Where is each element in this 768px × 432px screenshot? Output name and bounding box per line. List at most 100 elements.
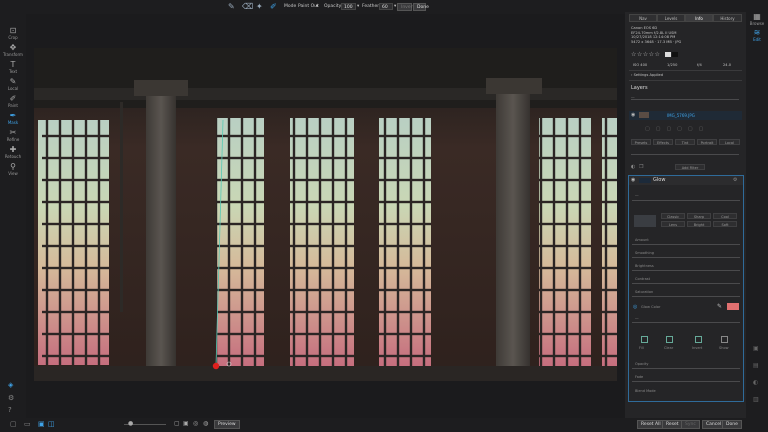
glow-color-swatch[interactable] — [727, 303, 739, 310]
invert-button[interactable]: Invert — [397, 3, 414, 11]
hand-icon[interactable]: ◍ — [203, 420, 208, 427]
rating-stars[interactable]: ☆☆☆☆☆ — [631, 51, 660, 58]
done-button[interactable]: Done — [722, 420, 742, 429]
mask-icon: ✒ — [9, 111, 17, 120]
panel-icon[interactable]: ▥ — [753, 396, 759, 403]
color-label-swatch[interactable] — [672, 52, 678, 57]
tool-view[interactable]: ⚲ View — [0, 162, 26, 176]
panel-toggle-icon[interactable]: ▢ — [10, 420, 17, 428]
single-view-icon[interactable]: ▣ — [38, 420, 45, 428]
magic-brush-icon[interactable]: ✦ — [256, 2, 263, 12]
panel-icon[interactable]: ▤ — [753, 362, 759, 369]
settings-applied[interactable]: › Settings Applied — [631, 73, 663, 78]
chevron-down-icon[interactable]: ▾ — [357, 3, 359, 11]
tool-text[interactable]: T Text — [0, 60, 26, 74]
tool-transform[interactable]: ✥ Transform — [0, 43, 26, 57]
eye-icon[interactable]: ◉ — [631, 112, 635, 118]
reset-button[interactable]: Reset — [662, 420, 683, 429]
zoom-icon[interactable]: ◎ — [193, 420, 198, 427]
mode-browse[interactable]: ▦ Browse — [746, 12, 768, 26]
photo-canvas[interactable] — [34, 48, 617, 381]
tool-label: View — [8, 171, 18, 176]
panel-icon[interactable]: ◐ — [753, 379, 758, 386]
amount-slider[interactable] — [632, 244, 740, 245]
clear-mask-icon[interactable] — [666, 336, 673, 343]
tool-retouch[interactable]: ✚ Retouch — [0, 145, 26, 159]
compare-view-icon[interactable]: ◫ — [48, 420, 55, 428]
glow-type-cool[interactable]: Cool — [713, 213, 737, 219]
smoothing-slider[interactable] — [632, 257, 740, 258]
local-button[interactable]: Local — [719, 139, 740, 145]
invert-mask-icon[interactable] — [695, 336, 702, 343]
duplicate-icon[interactable]: ❐ — [639, 164, 643, 170]
fill-mask-icon[interactable] — [641, 336, 648, 343]
tint-button[interactable]: Tint — [675, 139, 695, 145]
sync-button[interactable]: Sync — [681, 420, 700, 429]
show-mask-icon[interactable] — [721, 336, 728, 343]
fade-slider[interactable] — [632, 381, 740, 382]
filter-header[interactable]: ◉ Glow ⚙ — [629, 176, 743, 185]
tool-paint[interactable]: ✐ Paint — [0, 94, 26, 108]
color-label-swatch[interactable] — [665, 52, 671, 57]
glow-filter-panel: ◉ Glow ⚙ ― Classic Sharp Cool Lens Brigh… — [628, 175, 744, 402]
filmstrip-icon[interactable]: ▭ — [24, 420, 31, 428]
tab-nav[interactable]: Nav — [629, 14, 657, 22]
reset-all-button[interactable]: Reset All — [637, 420, 665, 429]
chevron-down-icon[interactable]: ▾ — [316, 3, 318, 11]
slider-label-contrast: Contrast — [635, 277, 650, 281]
gear-icon[interactable]: ⚙ — [733, 177, 737, 183]
layers-icon[interactable]: ◈ — [8, 381, 13, 389]
portrait-button[interactable]: Portrait — [697, 139, 717, 145]
panel-icon[interactable]: ▣ — [753, 345, 759, 352]
effects-button[interactable]: Effects — [653, 139, 673, 145]
glow-type-soft[interactable]: Soft — [713, 221, 737, 227]
mask-icon[interactable]: ◐ — [631, 164, 635, 170]
mask-show-label: Show — [719, 346, 729, 350]
eraser-icon[interactable]: ⌫ — [242, 2, 253, 12]
brush-icon[interactable]: ✎ — [228, 2, 235, 12]
refine-icon: ✂ — [9, 128, 17, 137]
presets-button[interactable]: Presets — [631, 139, 651, 145]
settings-icon[interactable]: ⚙ — [8, 394, 14, 402]
layer-row[interactable]: ◉ IMG_5769.JPG — [629, 111, 742, 120]
color-toggle-icon[interactable]: ◎ — [633, 304, 637, 310]
line-mask-icon[interactable]: ✐ — [270, 2, 277, 12]
local-brush-icon: ✎ — [9, 77, 17, 86]
preview-button[interactable]: Preview — [214, 420, 240, 429]
brightness-slider[interactable] — [632, 270, 740, 271]
toolbar-done-button[interactable]: Done — [413, 3, 429, 11]
saturation-slider[interactable] — [632, 296, 740, 297]
feather-label: Feather — [362, 4, 380, 9]
mode-edit[interactable]: ≋ Edit — [746, 28, 768, 42]
edit-icon: ≋ — [753, 28, 761, 37]
chevron-down-icon[interactable]: ▾ — [394, 3, 396, 11]
opacity-slider[interactable] — [632, 368, 740, 369]
help-icon[interactable]: ? — [8, 406, 12, 414]
zoom-handle-icon[interactable]: ● — [128, 420, 133, 427]
tab-history[interactable]: History — [713, 14, 742, 22]
glow-color-label: Glow Color — [641, 305, 661, 309]
fit-icon[interactable]: ▢ — [174, 420, 180, 427]
glow-type-classic[interactable]: Classic — [661, 213, 685, 219]
blend-mode-label[interactable]: Blend Mode — [635, 389, 656, 393]
filter-thumbnail — [639, 178, 651, 183]
retouch-icon: ✚ — [9, 145, 17, 154]
eye-icon[interactable]: ◉ — [631, 177, 635, 183]
layer-tools-icons[interactable]: ▢▢▢▢▢▢ — [645, 126, 709, 132]
glow-type-bright[interactable]: Bright — [687, 221, 711, 227]
eyedropper-icon[interactable]: ✎ — [717, 303, 722, 310]
tab-info[interactable]: Info — [685, 14, 713, 22]
tool-local[interactable]: ✎ Local — [0, 77, 26, 91]
glow-type-lens[interactable]: Lens — [661, 221, 685, 227]
glow-type-sharp[interactable]: Sharp — [687, 213, 711, 219]
add-filter-button[interactable]: Add Filter — [675, 164, 705, 170]
layer-thumbnail — [639, 112, 649, 118]
tab-levels[interactable]: Levels — [657, 14, 685, 22]
tool-mask[interactable]: ✒ Mask — [0, 111, 26, 125]
feather-field[interactable]: 60 — [379, 3, 393, 10]
contrast-slider[interactable] — [632, 283, 740, 284]
tool-refine[interactable]: ✂ Refine — [0, 128, 26, 142]
opacity-field[interactable]: 100 — [341, 3, 356, 10]
tool-crop[interactable]: ⊡ Crop — [0, 26, 26, 40]
actual-size-icon[interactable]: ▣ — [183, 420, 189, 427]
